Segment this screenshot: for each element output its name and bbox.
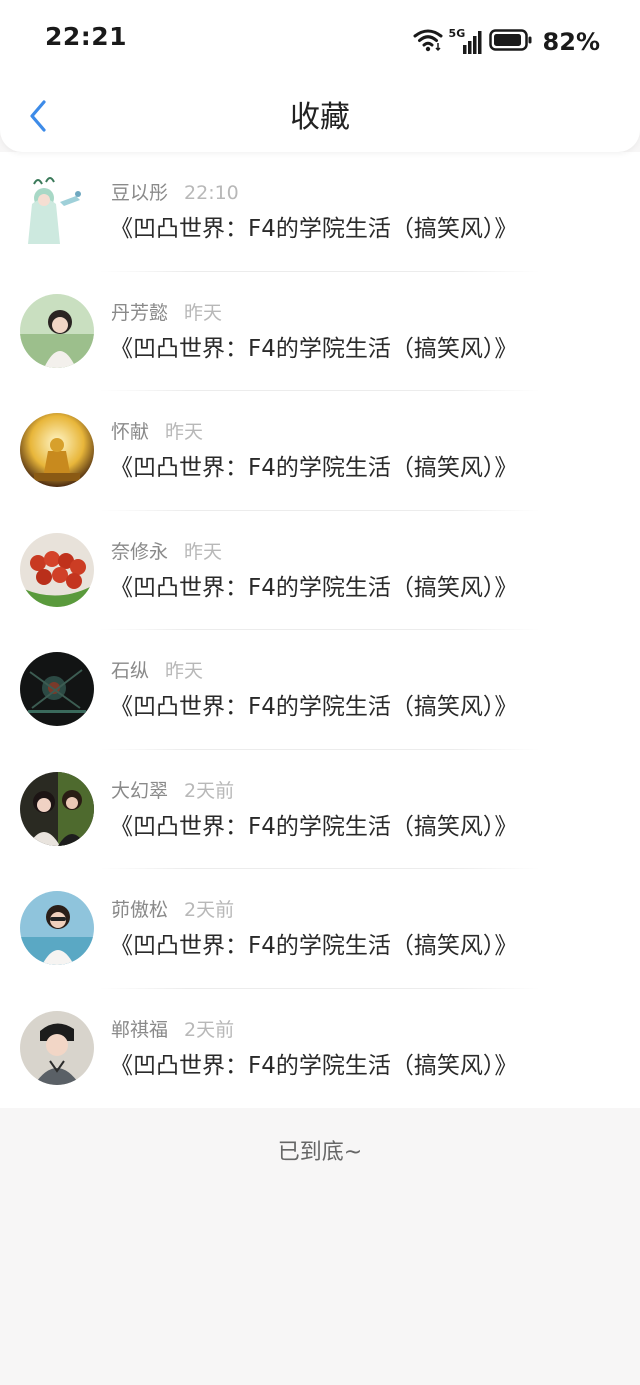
page-title: 收藏: [290, 100, 350, 135]
status-icons: 5G 82%: [413, 22, 600, 62]
item-meta: 郸祺福 2天前: [111, 1017, 234, 1043]
item-time: 22:10: [184, 182, 239, 204]
favorites-list: 豆以彤 22:10 《凹凸世界：F4的学院生活（搞笑风）》 丹芳懿 昨天 《凹凸世界…: [0, 152, 640, 1108]
item-meta: 大幻翠 2天前: [111, 778, 234, 804]
user-name: 石纵: [111, 660, 150, 682]
item-time: 昨天: [184, 301, 223, 324]
user-name: 怀献: [111, 421, 150, 443]
item-time: 2天前: [184, 899, 235, 921]
item-meta: 豆以彤 22:10: [111, 180, 239, 206]
avatar: [20, 891, 94, 965]
battery-icon: [488, 28, 533, 56]
user-name: 大幻翠: [111, 779, 169, 802]
list-item[interactable]: 豆以彤 22:10 《凹凸世界：F4的学院生活（搞笑风）》: [0, 152, 640, 272]
user-name: 郸祺福: [111, 1018, 169, 1041]
avatar: [20, 413, 94, 487]
work-title: 《凹凸世界：F4的学院生活（搞笑风）》: [110, 455, 518, 481]
user-name: 丹芳懿: [111, 301, 169, 324]
work-title: 《凹凸世界：F4的学院生活（搞笑风）》: [110, 574, 518, 601]
item-time: 2天前: [184, 1018, 235, 1041]
user-name: 茆傲松: [111, 899, 169, 921]
list-item[interactable]: 郸祺福 2天前 《凹凸世界：F4的学院生活（搞笑风）》: [0, 989, 640, 1109]
cellular-signal-icon: 5G: [449, 27, 483, 56]
avatar: [20, 532, 94, 607]
avatar: [20, 1010, 94, 1085]
avatar: [20, 293, 94, 368]
user-name: 豆以彤: [111, 182, 169, 204]
item-meta: 丹芳懿 昨天: [111, 300, 222, 326]
wifi-icon: [413, 28, 443, 56]
list-item[interactable]: 石纵 昨天 《凹凸世界：F4的学院生活（搞笑风）》: [0, 630, 640, 750]
item-time: 昨天: [184, 540, 223, 563]
list-item[interactable]: 奈修永 昨天 《凹凸世界：F4的学院生活（搞笑风）》: [0, 511, 640, 630]
item-time: 昨天: [165, 660, 204, 682]
list-item[interactable]: 大幻翠 2天前 《凹凸世界：F4的学院生活（搞笑风）》: [0, 750, 640, 869]
list-item[interactable]: 怀献 昨天 《凹凸世界：F4的学院生活（搞笑风）》: [0, 391, 640, 511]
work-title: 《凹凸世界：F4的学院生活（搞笑风）》: [110, 933, 518, 959]
item-meta: 奈修永 昨天: [111, 539, 222, 565]
status-time: 22:21: [45, 22, 128, 51]
item-meta: 茆傲松 2天前: [111, 897, 234, 923]
avatar: [20, 652, 94, 726]
list-item[interactable]: 丹芳懿 昨天 《凹凸世界：F4的学院生活（搞笑风）》: [0, 272, 640, 391]
battery-percentage: 82%: [542, 28, 600, 56]
item-meta: 石纵 昨天: [111, 658, 203, 684]
work-title: 《凹凸世界：F4的学院生活（搞笑风）》: [110, 694, 518, 720]
avatar: [20, 771, 94, 846]
list-item[interactable]: 茆傲松 2天前 《凹凸世界：F4的学院生活（搞笑风）》: [0, 869, 640, 989]
end-of-list-text: 已到底~: [277, 1140, 363, 1165]
favorites-page: 22:21 5G 82% 收藏 豆以彤 22:10 《凹凸世界：F4的学院生活（…: [0, 0, 640, 1385]
top-bar: 22:21 5G 82% 收藏: [0, 0, 640, 152]
item-time: 2天前: [184, 779, 235, 802]
work-title: 《凹凸世界：F4的学院生活（搞笑风）》: [110, 813, 518, 840]
user-name: 奈修永: [111, 540, 169, 563]
work-title: 《凹凸世界：F4的学院生活（搞笑风）》: [110, 335, 518, 362]
avatar: [20, 174, 94, 248]
work-title: 《凹凸世界：F4的学院生活（搞笑风）》: [110, 216, 518, 242]
work-title: 《凹凸世界：F4的学院生活（搞笑风）》: [110, 1052, 518, 1079]
item-time: 昨天: [165, 421, 204, 443]
item-meta: 怀献 昨天: [111, 419, 203, 445]
